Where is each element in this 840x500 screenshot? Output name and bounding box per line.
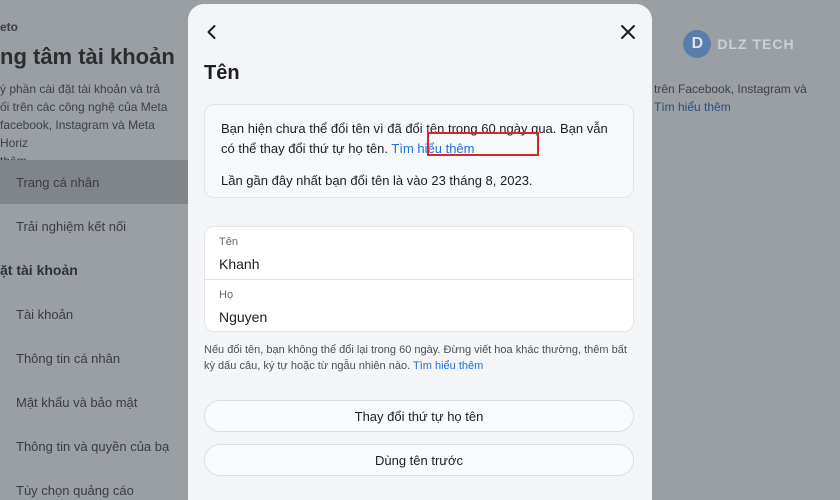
name-fields-group: Tên Khanh Họ Nguyen	[204, 226, 634, 332]
first-name-label: Tên	[219, 236, 238, 248]
page-title: ng tâm tài khoản	[0, 44, 175, 69]
nav-item-profile[interactable]: Trang cá nhân	[16, 175, 99, 190]
watermark-logo: D DLZ TECH	[680, 26, 798, 62]
last-changed-text: Lần gần đây nhất bạn đổi tên là vào 23 t…	[221, 173, 533, 188]
watermark-text: DLZ TECH	[717, 36, 795, 52]
page-description: ý phần cài đặt tài khoản và trả ối trên …	[0, 82, 168, 168]
name-policy-notice: Nếu đổi tên, bạn không thể đổi lại trong…	[204, 344, 627, 372]
watermark-mark: D	[683, 30, 712, 58]
chevron-left-icon	[207, 25, 216, 39]
background-learn-more-link[interactable]: Tìm hiểu thêm	[654, 100, 731, 114]
dialog-title: Tên	[204, 62, 240, 84]
nav-item-info-permissions[interactable]: Thông tin và quyền của bạ	[16, 439, 169, 454]
last-name-value: Nguyen	[219, 309, 268, 325]
close-icon	[621, 25, 635, 39]
brand-text: eto	[0, 20, 18, 34]
notice-learn-more-link[interactable]: Tìm hiểu thêm	[413, 360, 483, 372]
nav-item-password-security[interactable]: Mật khẩu và bảo mật	[16, 395, 137, 410]
background-right-text: trên Facebook, Instagram và Tìm hiểu thê…	[654, 82, 807, 114]
change-name-order-button[interactable]: Thay đổi thứ tự họ tên	[204, 400, 634, 432]
last-name-label: Họ	[219, 289, 234, 301]
close-button[interactable]	[614, 18, 642, 46]
first-name-value: Khanh	[219, 256, 260, 272]
nav-item-ad-preferences[interactable]: Tùy chọn quảng cáo	[16, 483, 134, 498]
last-name-field[interactable]: Họ Nguyen	[205, 280, 633, 332]
info-text: Bạn hiện chưa thể đổi tên vì đã đổi tên …	[221, 121, 608, 156]
nav-item-connected-experiences[interactable]: Trải nghiệm kết nối	[16, 219, 126, 234]
nav-item-personal-info[interactable]: Thông tin cá nhân	[16, 351, 120, 366]
use-previous-name-button[interactable]: Dùng tên trước	[204, 444, 634, 476]
section-title-account-settings: ặt tài khoản	[0, 262, 78, 278]
back-button[interactable]	[198, 18, 226, 46]
name-change-info-card: Bạn hiện chưa thể đổi tên vì đã đổi tên …	[204, 104, 634, 198]
red-highlight-box	[427, 132, 539, 156]
first-name-field[interactable]: Tên Khanh	[205, 227, 633, 279]
nav-item-account[interactable]: Tài khoản	[16, 307, 73, 322]
name-edit-dialog: Tên Bạn hiện chưa thể đổi tên vì đã đổi …	[188, 4, 652, 500]
